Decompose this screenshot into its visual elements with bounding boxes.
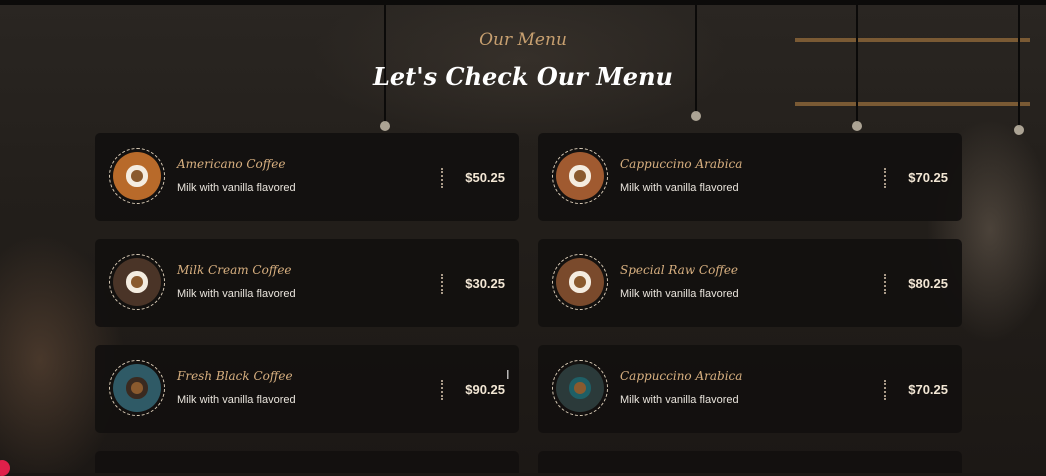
menu-item-description: Milk with vanilla flavored bbox=[177, 182, 296, 194]
cappuccino-icon bbox=[552, 360, 608, 416]
section-subtitle: Our Menu bbox=[479, 30, 567, 50]
menu-item-price: $50.25 bbox=[465, 170, 505, 185]
menu-item-card[interactable]: Americano Coffee Milk with vanilla flavo… bbox=[95, 133, 519, 221]
pendant-lamp bbox=[691, 5, 701, 121]
menu-item-card[interactable]: Special Raw Coffee Milk with vanilla fla… bbox=[538, 239, 962, 327]
divider bbox=[884, 274, 886, 294]
menu-item-card[interactable]: Cappuccino Arabica Milk with vanilla fla… bbox=[538, 345, 962, 433]
menu-item-description: Milk with vanilla flavored bbox=[177, 288, 296, 300]
menu-item-name: Americano Coffee bbox=[177, 157, 286, 171]
menu-item-name: Fresh Black Coffee bbox=[177, 369, 293, 383]
menu-item-price: $90.25 bbox=[465, 382, 505, 397]
cream-coffee-icon bbox=[109, 254, 165, 310]
divider bbox=[884, 380, 886, 400]
menu-item-name: Milk Cream Coffee bbox=[177, 263, 292, 277]
divider bbox=[441, 168, 443, 188]
menu-item-price: $70.25 bbox=[908, 382, 948, 397]
menu-item-card[interactable]: Milk Cream Coffee Milk with vanilla flav… bbox=[95, 239, 519, 327]
menu-item-card[interactable]: Cappuccino Arabica Milk with vanilla fla… bbox=[538, 133, 962, 221]
menu-item-name: Cappuccino Arabica bbox=[620, 157, 743, 171]
menu-item-description: Milk with vanilla flavored bbox=[620, 394, 739, 406]
menu-item-price: $30.25 bbox=[465, 276, 505, 291]
wall-shelf-lower bbox=[795, 102, 1030, 106]
divider bbox=[884, 168, 886, 188]
divider bbox=[441, 274, 443, 294]
raw-coffee-icon bbox=[552, 254, 608, 310]
menu-item-name: Special Raw Coffee bbox=[620, 263, 739, 277]
menu-item-price: $70.25 bbox=[908, 170, 948, 185]
menu-item-card[interactable] bbox=[538, 451, 962, 473]
menu-item-description: Milk with vanilla flavored bbox=[620, 288, 739, 300]
divider bbox=[441, 380, 443, 400]
menu-item-name: Cappuccino Arabica bbox=[620, 369, 743, 383]
latte-art-icon bbox=[109, 148, 165, 204]
menu-item-price: $80.25 bbox=[908, 276, 948, 291]
section-title: Let's Check Our Menu bbox=[373, 62, 673, 91]
menu-item-card[interactable]: Fresh Black Coffee Milk with vanilla fla… bbox=[95, 345, 519, 433]
top-edge bbox=[0, 0, 1046, 5]
menu-item-card[interactable] bbox=[95, 451, 519, 473]
record-indicator-icon bbox=[0, 460, 10, 476]
black-coffee-icon bbox=[109, 360, 165, 416]
coffee-cup-icon bbox=[552, 148, 608, 204]
menu-item-description: Milk with vanilla flavored bbox=[620, 182, 739, 194]
menu-item-description: Milk with vanilla flavored bbox=[177, 394, 296, 406]
text-cursor-icon: I bbox=[506, 367, 510, 382]
